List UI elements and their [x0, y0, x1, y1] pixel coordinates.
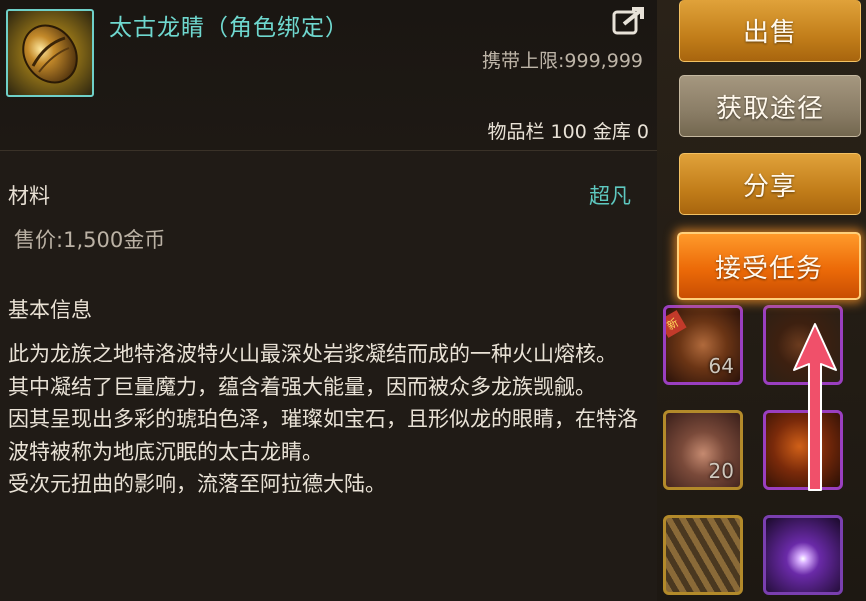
vault-label: 金库 — [592, 121, 631, 143]
slot-count: 64 — [708, 354, 734, 378]
inventory-slot[interactable] — [663, 515, 743, 595]
description-paragraph: 因其呈现出多彩的琥珀色泽，璀璨如宝石，且形似龙的眼睛，在特洛波特被称为地底沉眠的… — [8, 407, 638, 464]
storage-count: 物品栏 100 金库 0 — [487, 117, 649, 144]
share-button[interactable]: 分享 — [679, 153, 861, 215]
item-rarity: 超凡 — [589, 184, 631, 208]
carry-limit: 携带上限:999,999 — [482, 46, 643, 73]
bag-count: 100 — [550, 121, 587, 143]
obtain-method-button[interactable]: 获取途径 — [679, 75, 861, 137]
slot-tag: 新 — [666, 310, 687, 338]
slot-count: 20 — [708, 459, 734, 483]
inventory-slot[interactable] — [763, 515, 843, 595]
description-paragraph: 此为龙族之地特洛波特火山最深处岩浆凝结而成的一种火山熔核。 — [8, 342, 617, 366]
item-name: 太古龙睛（角色绑定） — [109, 15, 349, 41]
accept-quest-button[interactable]: 接受任务 — [677, 232, 861, 300]
description-paragraph: 受次元扭曲的影响，流落至阿拉德大陆。 — [8, 472, 386, 496]
item-description: 此为龙族之地特洛波特火山最深处岩浆凝结而成的一种火山熔核。 其中凝结了巨量魔力，… — [8, 338, 638, 501]
item-header: 太古龙睛（角色绑定） 携带上限:999,999 物品栏 100 金库 0 — [0, 0, 657, 151]
price-label: 售价: — [14, 228, 64, 252]
external-share-icon[interactable] — [611, 6, 645, 36]
item-detail-panel: 太古龙睛（角色绑定） 携带上限:999,999 物品栏 100 金库 0 材料 … — [0, 0, 657, 601]
description-paragraph: 其中凝结了巨量魔力，蕴含着强大能量，因而被众多龙族觊觎。 — [8, 374, 596, 399]
carry-limit-label: 携带上限: — [482, 50, 565, 72]
item-category: 材料 — [8, 184, 50, 208]
info-heading: 基本信息 — [8, 298, 92, 322]
inventory-slot[interactable]: 20 — [663, 410, 743, 490]
carry-limit-value: 999,999 — [564, 50, 643, 72]
sell-price: 售价:1,500金币 — [14, 224, 165, 254]
sell-button[interactable]: 出售 — [679, 0, 861, 62]
amber-dragon-eye-icon — [6, 9, 94, 97]
vault-count: 0 — [636, 121, 649, 143]
inventory-slot[interactable]: 新 64 — [663, 305, 743, 385]
bag-label: 物品栏 — [487, 121, 545, 143]
up-arrow-annotation — [793, 323, 837, 491]
price-value: 1,500金币 — [63, 228, 166, 252]
